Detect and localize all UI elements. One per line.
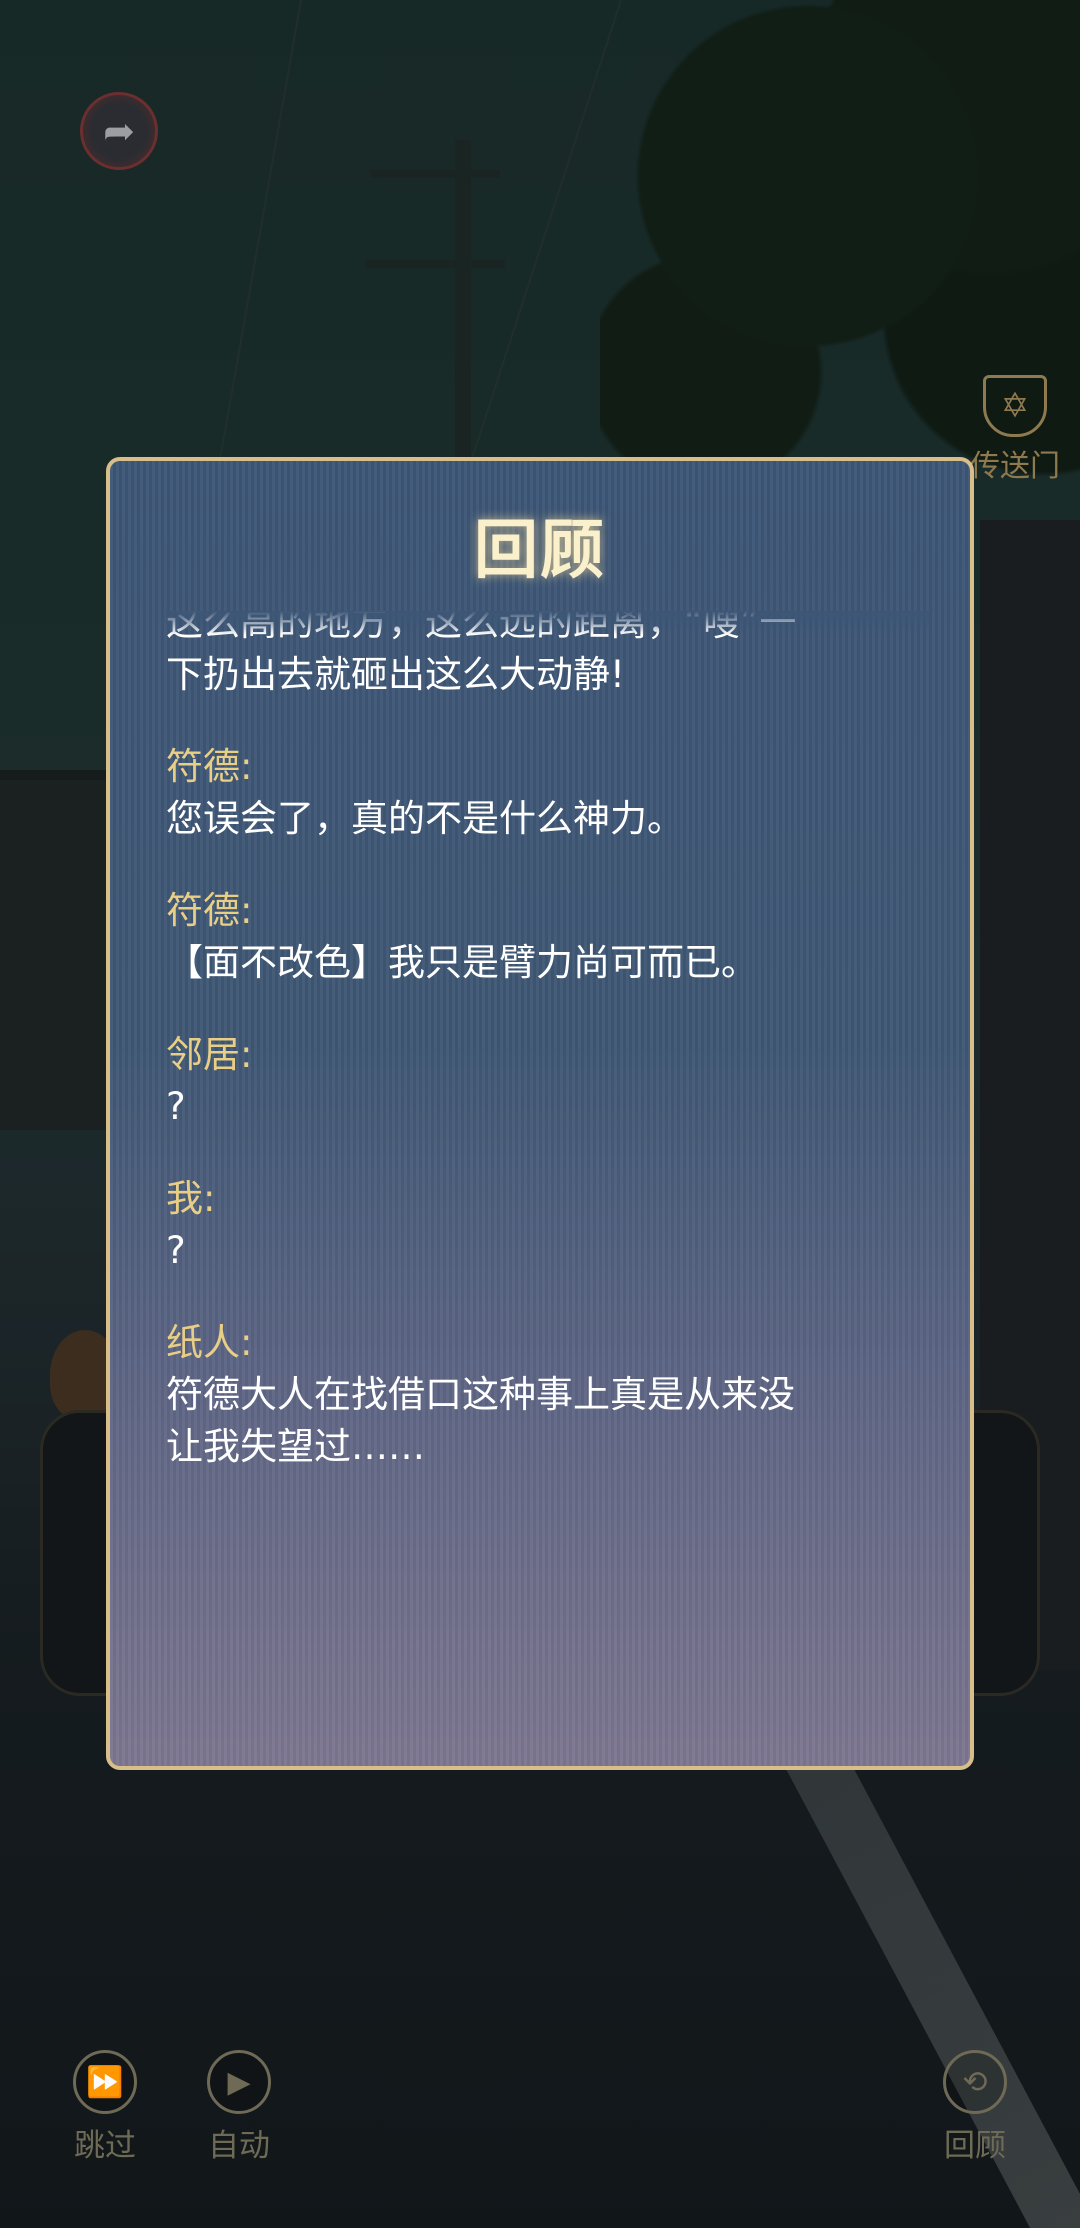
rewind-icon: ⟲ [943,2050,1007,2114]
log-line: 让我失望过…… [166,1425,425,1468]
log-line: 您误会了，真的不是什么神力。 [166,797,684,840]
log-entry: 符德: 【面不改色】我只是臂力尚可而已。 [166,885,930,989]
scroll-fade [166,611,930,635]
back-arrow-icon: ➦ [103,109,135,153]
review-button[interactable]: ⟲ 回顾 [938,2050,1012,2165]
back-button[interactable]: ➦ [80,92,158,170]
review-label: 回顾 [944,2128,1006,2164]
skip-label: 跳过 [74,2128,136,2164]
portal-label: 传送门 [970,449,1060,484]
log-entry: 纸人: 符德大人在找借口这种事上真是从来没 让我失望过…… [166,1317,930,1473]
speaker-name: 符德: [166,889,253,932]
speaker-name: 纸人: [166,1321,253,1364]
log-entry: 我: ? [166,1173,930,1277]
skip-button[interactable]: ⏩ 跳过 [68,2050,142,2165]
play-icon: ▶ [207,2050,271,2114]
fast-forward-icon: ⏩ [73,2050,137,2114]
log-line: 【面不改色】我只是臂力尚可而已。 [166,941,758,984]
speaker-name: 我: [166,1177,216,1220]
log-entry: 符德: 您误会了，真的不是什么神力。 [166,741,930,845]
speaker-name: 邻居: [166,1033,253,1076]
log-entry: 邻居: ? [166,1029,930,1133]
speaker-name: 符德: [166,745,253,788]
log-line: 符德大人在找借口这种事上真是从来没 [166,1373,795,1416]
auto-button[interactable]: ▶ 自动 [202,2050,276,2165]
review-log[interactable]: 这么高的地方，这么远的距离，“嗖”一 下扔出去就砸出这么大动静! 符德: 您误会… [166,611,930,1726]
log-line: 下扔出去就砸出这么大动静! [166,653,625,696]
portal-button[interactable]: ✡ 传送门 [960,375,1070,485]
log-line: ? [166,1085,186,1128]
review-panel: 回顾 这么高的地方，这么远的距离，“嗖”一 下扔出去就砸出这么大动静! 符德: … [106,457,974,1770]
auto-label: 自动 [208,2128,270,2164]
star-shrine-icon: ✡ [983,375,1047,437]
review-title: 回顾 [474,513,606,588]
log-line: ? [166,1229,186,1272]
